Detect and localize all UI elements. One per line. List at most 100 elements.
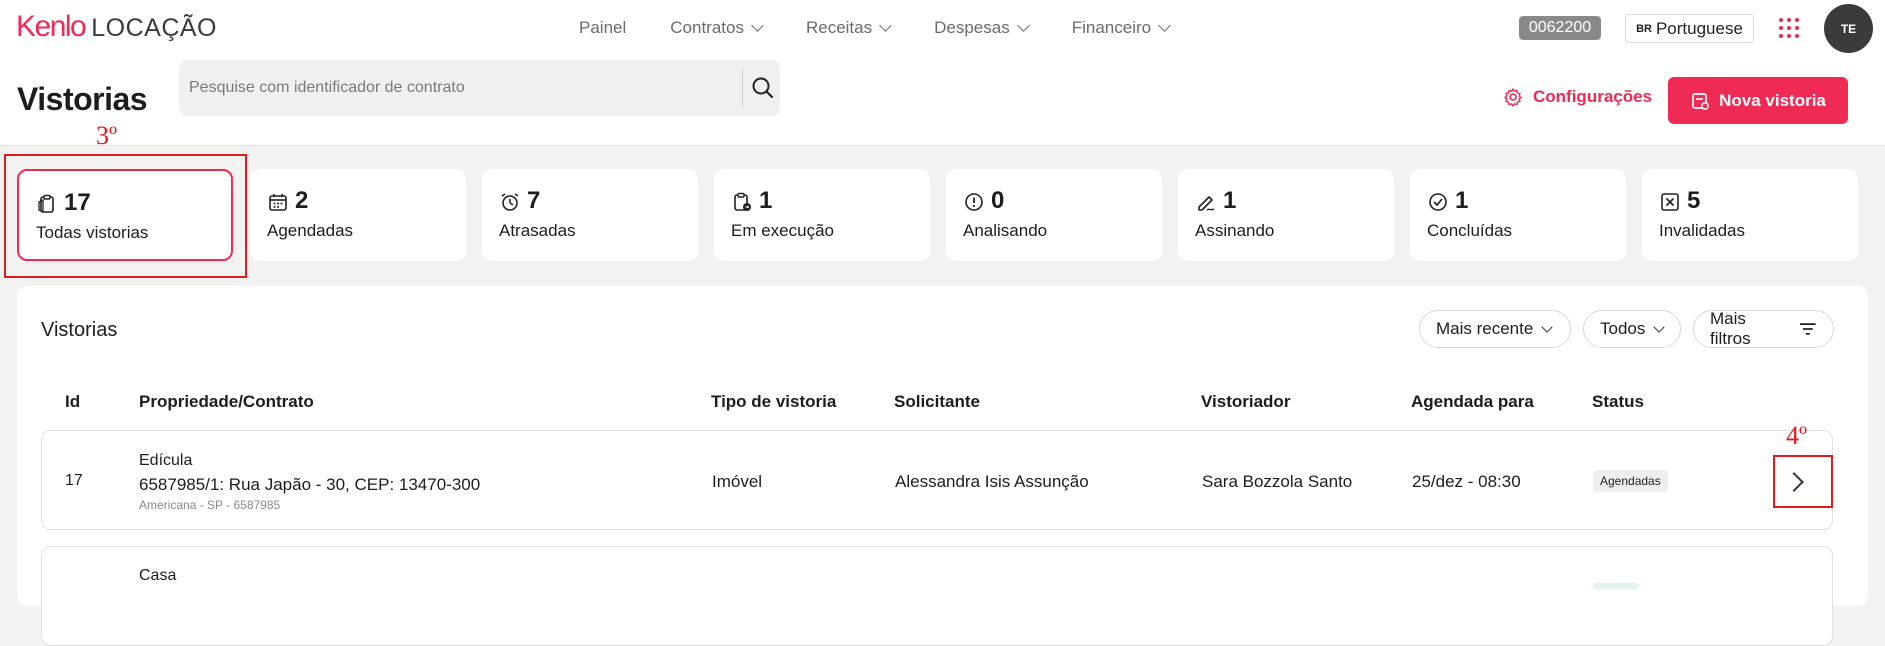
stat-label: Analisando [963,221,1048,240]
property-location: Americana - SP - 6587985 [139,498,281,512]
scheduled-date: 25/dez - 08:30 [1412,472,1521,491]
top-navbar: Kenlo LOCAÇÃO Painel Contratos Receitas … [0,0,1885,57]
configuracoes-link[interactable]: Configurações [1503,87,1652,107]
more-filters-button[interactable]: Mais filtros [1693,309,1834,348]
stat-card-agendadas[interactable]: 2 Agendadas [250,169,466,261]
nova-vistoria-label: Nova vistoria [1719,90,1826,110]
stat-count: 17 [64,189,91,216]
more-filters-label: Mais filtros [1710,309,1751,348]
stat-count: 7 [527,187,541,214]
stat-count: 1 [1455,187,1469,214]
annotation-step-4: 4º [1786,421,1808,450]
search-divider [742,68,743,108]
stat-label: Todas vistorias [36,223,149,242]
chevron-down-icon [1158,19,1171,32]
column-header-status: Status [1592,392,1644,411]
page-header: Vistorias Configurações Nova vistoria [0,57,1885,146]
stat-label: Invalidadas [1659,221,1746,240]
nav-item-label: Painel [579,18,627,37]
filter-lines-icon [1800,323,1817,335]
search-box [179,60,780,116]
table-title: Vistorias [41,319,118,341]
page-title: Vistorias [17,81,148,117]
apps-grid-icon[interactable] [1779,18,1799,38]
scope-label: Todos [1600,319,1646,338]
logo-brand: Kenlo [16,10,87,43]
vistorias-table-panel: Vistorias Mais recente Todos Mais filtro… [17,286,1868,646]
alert-circle-icon [965,193,983,211]
stat-card-invalidadas[interactable]: 5 Invalidadas [1642,169,1858,261]
property-name: Casa [139,567,177,584]
stat-label: Agendadas [267,221,354,240]
stat-card-em-execucao[interactable]: 1 Em execução [714,169,930,261]
scope-dropdown[interactable]: Todos [1583,310,1681,348]
main-nav: Painel Contratos Receitas Despesas Finan… [579,18,1213,38]
stat-label: Em execução [731,221,834,240]
nova-vistoria-button[interactable]: Nova vistoria [1668,77,1848,124]
configuracoes-label: Configurações [1533,87,1653,106]
language-selector[interactable]: BR Portuguese [1625,14,1754,43]
requester-name: Alessandra Isis Assunção [895,472,1089,491]
chevron-down-icon [1016,19,1030,32]
check-circle-icon [1429,193,1447,211]
clipboard-icon [38,194,54,214]
nav-item-financeiro[interactable]: Financeiro [1071,18,1171,38]
stat-card-todas[interactable]: 17 Todas vistorias [17,169,233,261]
nav-item-despesas[interactable]: Despesas [934,18,1030,38]
stat-card-atrasadas[interactable]: 7 Atrasadas [482,169,698,261]
stat-label: Assinando [1195,221,1275,240]
nav-item-label: Despesas [934,18,1010,37]
column-header-agendada: Agendada para [1411,392,1534,411]
stat-label: Concluídas [1427,221,1513,240]
nav-item-contratos[interactable]: Contratos [670,18,764,38]
new-inspection-icon [1692,92,1710,110]
search-icon[interactable] [749,74,777,102]
nav-item-label: Contratos [670,18,744,37]
stat-count: 1 [1223,187,1237,214]
property-name: Edícula [139,452,193,469]
row-id: 17 [65,472,83,489]
column-header-tipo: Tipo de vistoria [711,392,837,411]
user-avatar[interactable]: TE [1824,4,1873,53]
nav-item-painel[interactable]: Painel [579,18,626,38]
column-header-id: Id [65,392,81,411]
gear-icon [1504,88,1522,107]
nav-item-receitas[interactable]: Receitas [805,18,892,38]
stat-card-analisando[interactable]: 0 Analisando [946,169,1162,261]
nav-item-label: Financeiro [1071,18,1152,37]
signature-pen-icon [1198,196,1215,211]
contract-address: 6587985/1: Rua Japão - 30, CEP: 13470-30… [139,475,481,494]
brazil-flag-icon: BR [1636,22,1652,35]
stat-count: 2 [295,187,309,214]
kenlo-logo[interactable]: Kenlo LOCAÇÃO [16,10,217,44]
status-badge [1593,583,1639,589]
column-header-vistoriador: Vistoriador [1201,392,1291,411]
stat-card-concluidas[interactable]: 1 Concluídas [1410,169,1626,261]
table-row[interactable]: 17 Edícula 6587985/1: Rua Japão - 30, CE… [41,430,1833,530]
annotation-highlight-box [1773,455,1833,508]
inspector-name: Sara Bozzola Santo [1202,472,1353,491]
language-label: Portuguese [1655,18,1743,38]
x-square-icon [1661,193,1679,211]
chevron-down-icon [1653,321,1666,333]
logo-product: LOCAÇÃO [91,14,217,42]
nav-item-label: Receitas [805,18,873,37]
annotation-step-3: 3º [96,121,118,150]
stat-count: 1 [759,187,773,214]
calendar-icon [269,194,287,211]
inspection-type: Imóvel [712,472,763,491]
account-code-badge: 0062200 [1519,16,1601,40]
chevron-down-icon [751,19,764,32]
table-row[interactable]: Casa [41,546,1833,646]
chevron-down-icon [1541,321,1553,333]
stat-count: 0 [991,187,1005,214]
status-badge: Agendadas [1593,470,1668,492]
sort-label: Mais recente [1436,319,1534,338]
chevron-down-icon [879,19,892,32]
stat-label: Atrasadas [499,221,576,240]
search-input[interactable] [189,60,749,116]
alarm-clock-icon [501,193,519,211]
sort-dropdown[interactable]: Mais recente [1419,310,1571,348]
stat-count: 5 [1687,187,1701,214]
stat-card-assinando[interactable]: 1 Assinando [1178,169,1394,261]
